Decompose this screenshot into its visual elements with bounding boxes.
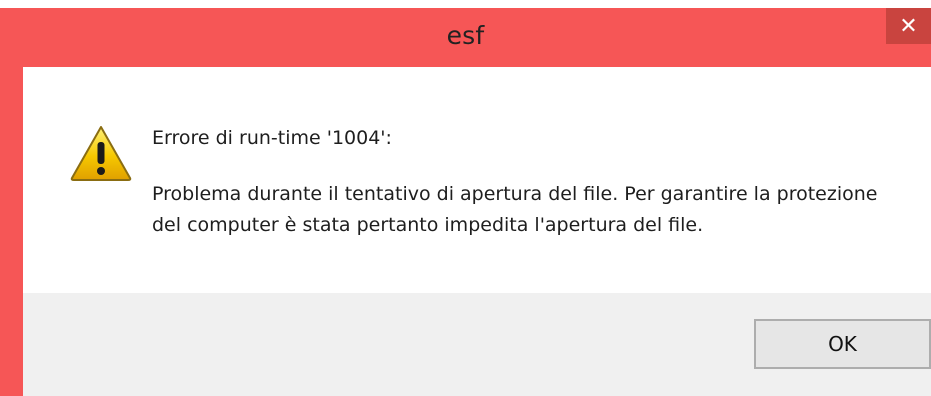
dialog-titlebar[interactable]: esf	[0, 8, 931, 67]
ok-button[interactable]: OK	[754, 319, 931, 369]
close-button[interactable]: ✕	[886, 8, 931, 44]
close-icon: ✕	[899, 13, 918, 39]
dialog-title: esf	[446, 21, 485, 50]
warning-icon	[70, 126, 132, 181]
error-heading: Errore di run-time '1004':	[152, 127, 392, 149]
error-message: Problema durante il tentativo di apertur…	[152, 183, 878, 236]
background-window-strip	[0, 0, 931, 8]
